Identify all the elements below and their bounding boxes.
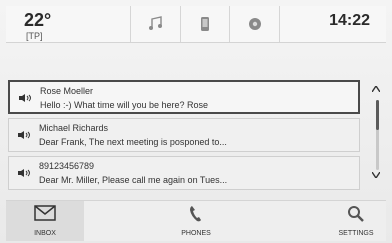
speaker-icon [19, 94, 31, 102]
message-sender: Rose Moeller [40, 86, 94, 96]
list-scrollbar[interactable] [366, 80, 386, 192]
speaker-icon [18, 131, 30, 139]
tab-phones-label: PHONES [181, 230, 211, 237]
traffic-program-indicator: [TP] [26, 31, 43, 41]
bottom-nav: INBOX PHONES SETTINGS [6, 200, 386, 241]
status-header: 22° [TP] 14:22 [6, 6, 386, 43]
phone-handset-icon [190, 206, 201, 222]
tab-settings-label: SETTINGS [338, 230, 374, 237]
speaker-icon [18, 169, 30, 177]
message-preview: Dear Mr. Miller, Please call me again on… [39, 175, 228, 185]
scroll-down-icon[interactable] [372, 172, 380, 178]
temperature-readout: 22° [24, 10, 52, 30]
message-sender: 89123456789 [39, 161, 95, 171]
scroll-thumb[interactable] [376, 100, 379, 130]
envelope-icon [34, 205, 56, 221]
list-item[interactable]: Michael Richards Dear Frank, The next me… [8, 118, 360, 152]
music-icon[interactable] [130, 6, 180, 42]
clock: 14:22 [329, 12, 370, 29]
tab-phones[interactable]: PHONES [166, 201, 226, 241]
message-preview: Dear Frank, The next meeting is posponed… [39, 137, 227, 147]
list-item[interactable]: Rose Moeller Hello :-) What time will yo… [8, 80, 360, 114]
list-item[interactable]: 89123456789 Dear Mr. Miller, Please call… [8, 156, 360, 190]
infotainment-screen: 22° [TP] 14:22 Rose Moeller Hello:-) Wh… [0, 0, 392, 243]
tab-inbox-label: INBOX [34, 230, 56, 237]
tab-settings[interactable]: SETTINGS [326, 201, 386, 241]
phone-icon[interactable] [179, 6, 230, 42]
tab-inbox[interactable]: INBOX [6, 201, 84, 241]
status-icon-bar [130, 6, 281, 42]
message-sender: Michael Richards [39, 123, 109, 133]
scroll-up-icon[interactable] [372, 86, 380, 92]
message-list: Rose Moeller Hello :-) What time will yo… [8, 80, 360, 192]
settings-magnifier-icon [348, 206, 364, 222]
settings-icon[interactable] [229, 6, 281, 42]
message-preview: Hello :-) What time will you be here? Ro… [40, 100, 209, 110]
